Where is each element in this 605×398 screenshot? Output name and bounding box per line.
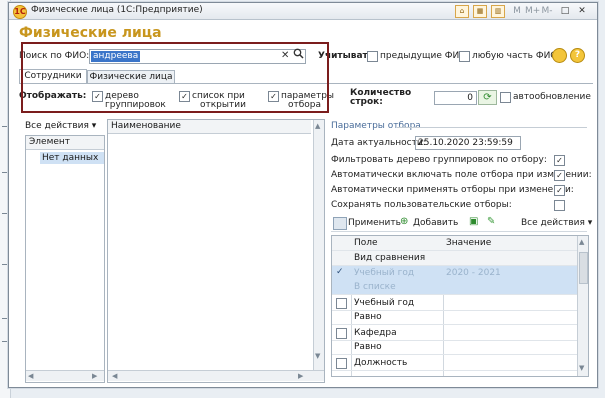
title-bar: 1С Физические лица (1С:Предприятие) ⌂ ▦ …	[9, 3, 597, 20]
any-part-checkbox[interactable]	[459, 51, 470, 62]
name-column-header[interactable]: Наименование	[108, 120, 311, 134]
compare-header-row: Вид сравнения	[332, 251, 577, 266]
close-button[interactable]: ✕	[575, 5, 589, 18]
filter-table-scrollbar[interactable]: ▲ ▼	[577, 236, 588, 376]
add-button[interactable]: Добавить	[413, 218, 458, 228]
element-column-header[interactable]: Элемент	[26, 136, 104, 150]
no-data-item[interactable]: Нет данных	[40, 152, 104, 164]
list-vertical-scrollbar[interactable]: ▲ ▼	[313, 120, 324, 370]
value-column-header[interactable]: Значение	[444, 236, 491, 250]
filter-table: Поле Значение Вид сравнения ✓ Учебный го…	[331, 235, 589, 377]
option-save-filters-label: Сохранять пользовательские отборы:	[331, 200, 512, 210]
row-field: Равно	[354, 312, 382, 322]
row-checkbox[interactable]: ✓	[336, 268, 345, 277]
apply-button[interactable]: Применить	[348, 218, 401, 228]
row-field: Кафедра	[354, 328, 397, 338]
previous-fio-checkbox[interactable]	[367, 51, 378, 62]
add-group-icon[interactable]: ▣	[469, 216, 478, 227]
option-auto-enable-checkbox[interactable]: ✓	[554, 170, 565, 181]
option-auto-apply-label: Автоматически применять отборы при измен…	[331, 185, 574, 195]
row-checkbox[interactable]	[336, 358, 347, 369]
memory-plus-button[interactable]: M+	[524, 5, 540, 18]
compare-column-header[interactable]: Вид сравнения	[352, 251, 446, 265]
form-title: Физические лица	[19, 25, 162, 41]
window-title: Физические лица (1С:Предприятие)	[31, 5, 203, 15]
employees-list: Наименование ▲ ▼ ◀ ▶	[107, 119, 325, 383]
table-row[interactable]: Равно	[332, 310, 577, 325]
main-window: 1С Физические лица (1С:Предприятие) ⌂ ▦ …	[8, 2, 598, 388]
field-column-header[interactable]: Поле	[352, 236, 446, 250]
rows-count-input[interactable]: 0	[434, 91, 477, 105]
previous-fio-label: предыдущие ФИО	[380, 51, 467, 61]
table-row[interactable]: Равно	[332, 340, 577, 355]
left-all-actions-menu[interactable]: Все действия ▾	[25, 121, 96, 131]
autoupdate-label: автообновление	[513, 92, 591, 102]
memory-minus-button[interactable]: M-	[540, 5, 554, 18]
list-horizontal-scrollbar[interactable]: ◀ ▶	[108, 370, 324, 381]
highlight-frame	[21, 42, 329, 113]
filter-params-group-title: Параметры отбора	[331, 121, 421, 131]
option-filter-tree-label: Фильтровать дерево группировок по отбору…	[331, 155, 547, 165]
option-auto-enable-label: Автоматически включать поле отбора при и…	[331, 170, 592, 180]
apply-icon	[333, 217, 347, 230]
row-field: Учебный год	[354, 268, 415, 278]
option-save-filters-checkbox[interactable]	[554, 200, 565, 211]
row-value: 2020 - 2021	[446, 268, 501, 278]
filter-toolbar: Применить ⊕ Добавить ▣ ✎ Все действия ▾	[331, 216, 592, 232]
group-title-line	[397, 127, 587, 128]
table-row[interactable]: Учебный год	[332, 296, 577, 311]
row-field: Учебный год	[354, 298, 415, 308]
app-1c-icon: 1С	[13, 5, 27, 19]
autoupdate-checkbox[interactable]	[500, 92, 511, 103]
calendar-icon[interactable]: ▥	[491, 5, 505, 18]
date-label: Дата актуальности:	[331, 138, 426, 148]
refresh-icon[interactable]: ⟳	[478, 90, 497, 105]
date-input[interactable]: 25.10.2020 23:59:59	[415, 136, 521, 150]
row-checkbox[interactable]	[336, 298, 347, 309]
edit-icon[interactable]: ✎	[487, 216, 495, 227]
maximize-button[interactable]: □	[558, 5, 572, 18]
table-row[interactable]: Должность	[332, 356, 577, 371]
row-field: Должность	[354, 358, 408, 368]
rows-count-label-line2: строк:	[350, 97, 383, 107]
help-icon[interactable]: ?	[570, 48, 585, 63]
table-row[interactable]: В списке	[332, 280, 577, 295]
option-auto-apply-checkbox[interactable]: ✓	[554, 185, 565, 196]
option-filter-tree-checkbox[interactable]: ✓	[554, 155, 565, 166]
calculator-icon[interactable]: ▦	[473, 5, 487, 18]
grouping-tree-panel: Элемент Нет данных ◀ ▶	[25, 135, 105, 383]
row-checkbox[interactable]	[336, 328, 347, 339]
table-row[interactable]: Кафедра	[332, 326, 577, 341]
any-part-label: любую часть ФИО	[472, 51, 558, 61]
filter-all-actions-menu[interactable]: Все действия ▾	[521, 218, 592, 228]
home-icon[interactable]: ⌂	[455, 5, 469, 18]
table-header-row: Поле Значение	[332, 236, 577, 251]
info-icon[interactable]	[552, 48, 567, 63]
table-row[interactable]: ✓ Учебный год 2020 - 2021	[332, 266, 577, 281]
row-field: Равно	[354, 342, 382, 352]
memory-button[interactable]: M	[510, 5, 524, 18]
left-horizontal-scrollbar[interactable]: ◀ ▶	[26, 370, 104, 381]
add-icon: ⊕	[400, 216, 409, 227]
row-field: В списке	[354, 282, 396, 292]
scrollbar-thumb[interactable]	[579, 252, 588, 284]
